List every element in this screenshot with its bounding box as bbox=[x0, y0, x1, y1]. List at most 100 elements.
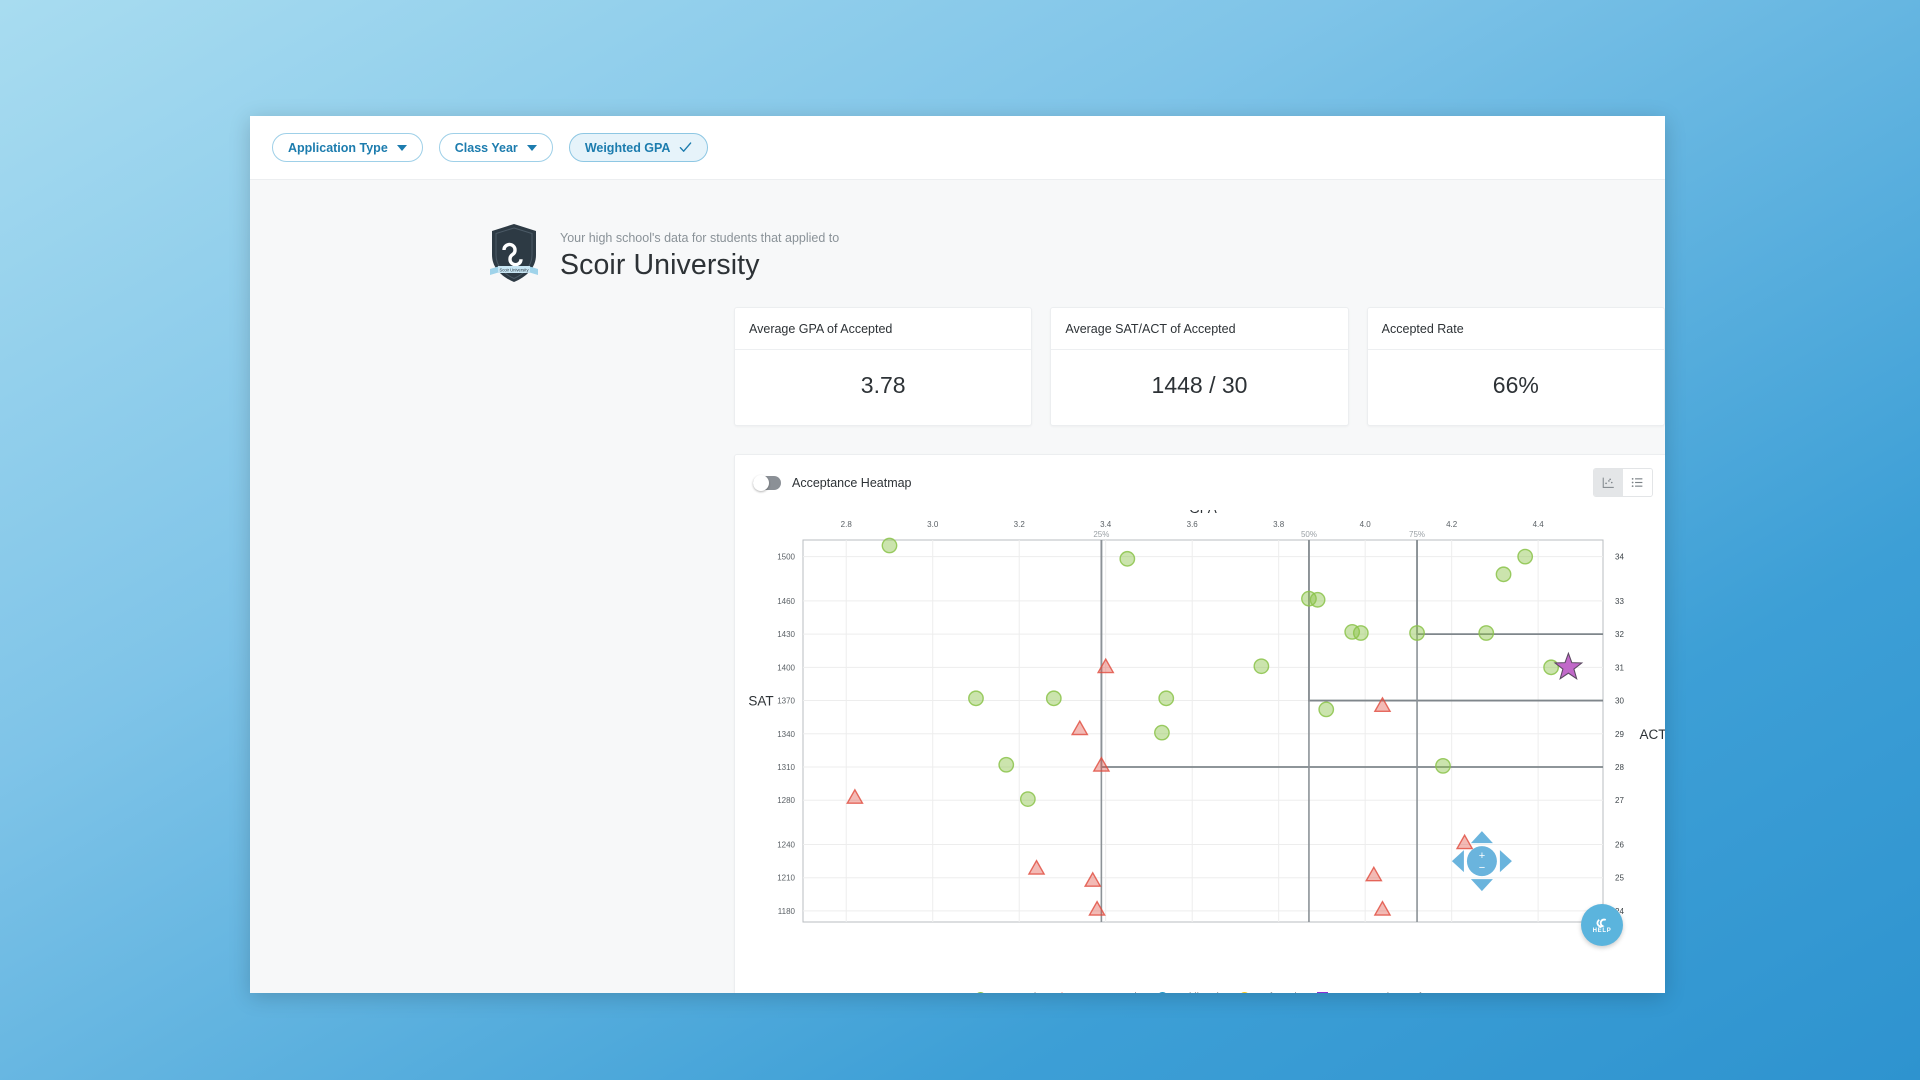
filter-weighted-gpa-label: Weighted GPA bbox=[584, 140, 671, 155]
app-window: Application Type Class Year Weighted GPA bbox=[250, 116, 1665, 993]
filter-weighted-gpa[interactable]: Weighted GPA bbox=[568, 133, 709, 162]
x-tick-label: 3.8 bbox=[1273, 520, 1285, 529]
stat-label: Average SAT/ACT of Accepted bbox=[1051, 308, 1348, 350]
filter-bar: Application Type Class Year Weighted GPA bbox=[250, 116, 1665, 180]
school-crest-icon: Scoir University bbox=[490, 224, 538, 282]
data-point-circle bbox=[1045, 690, 1062, 707]
x-tick-label: 4.4 bbox=[1533, 520, 1545, 529]
y-tick-label-act: 30 bbox=[1615, 697, 1624, 706]
help-button[interactable]: HELP bbox=[1581, 904, 1623, 946]
not-accepted-swatch-icon bbox=[1056, 991, 1069, 993]
data-point-circle bbox=[1309, 591, 1326, 608]
chart-card: Acceptance Heatmap 25% 50% 75% 2.8 3.0 3… bbox=[734, 454, 1665, 993]
data-point-circle bbox=[881, 537, 898, 554]
legend-item-waitlisted: Waitlisted bbox=[1156, 991, 1219, 993]
x-tick-label: 3.2 bbox=[1014, 520, 1026, 529]
y-tick-label-sat: 1430 bbox=[777, 630, 795, 639]
stat-label: Accepted Rate bbox=[1367, 308, 1664, 350]
svg-text:Scoir University: Scoir University bbox=[499, 267, 529, 272]
accepted-swatch-icon bbox=[975, 991, 987, 993]
legend-label: Accepted bbox=[992, 991, 1036, 993]
data-point-circle bbox=[998, 756, 1015, 773]
y-tick-label-sat: 1280 bbox=[777, 796, 795, 805]
chart-legend: Accepted Not Accepted Waitlisted Deferre… bbox=[735, 991, 1665, 993]
stat-card-average-sat-act: Average SAT/ACT of Accepted 1448 / 30 bbox=[1050, 307, 1349, 426]
y-tick-label-sat: 1400 bbox=[777, 663, 795, 672]
y-tick-label-act: 27 bbox=[1615, 796, 1624, 805]
chart-toolbar: Acceptance Heatmap bbox=[735, 455, 1665, 510]
y-tick-label-sat: 1210 bbox=[777, 874, 795, 883]
legend-item-accepted: Accepted bbox=[975, 991, 1036, 993]
data-point-circle bbox=[1154, 724, 1170, 741]
data-point-circle bbox=[1352, 625, 1369, 641]
y-tick-label-act: 31 bbox=[1615, 663, 1624, 672]
chevron-down-icon bbox=[526, 144, 537, 151]
data-point-circle bbox=[1253, 658, 1270, 675]
data-point-circle bbox=[1119, 550, 1136, 567]
acceptance-heatmap-toggle-group[interactable]: Acceptance Heatmap bbox=[753, 474, 912, 491]
waitlisted-swatch-icon bbox=[1156, 991, 1168, 993]
school-header: Scoir University Your high school's data… bbox=[250, 180, 1665, 284]
zoom-in-button: + bbox=[1479, 850, 1485, 862]
acceptance-heatmap-toggle[interactable] bbox=[753, 474, 781, 491]
stat-card-accepted-rate: Accepted Rate 66% bbox=[1366, 307, 1665, 426]
y-tick-label-sat: 1370 bbox=[777, 697, 795, 706]
data-point-circle bbox=[1517, 548, 1534, 565]
acceptance-heatmap-label: Acceptance Heatmap bbox=[792, 475, 912, 490]
x-tick-label: 2.8 bbox=[841, 520, 853, 529]
scatter-plot[interactable]: 25% 50% 75% 2.8 3.0 3.2 3.4 3.6 3.8 4.0 4.2 4.4 1500… bbox=[735, 510, 1665, 993]
legend-item-deferred: Deferred bbox=[1238, 991, 1297, 993]
plot-area[interactable]: 25% 50% 75% 2.8 3.0 3.2 3.4 3.6 3.8 4.0 4.2 4.4 1500… bbox=[735, 510, 1665, 993]
percentile-label: 75% bbox=[1409, 530, 1425, 539]
stat-label: Average GPA of Accepted bbox=[735, 308, 1032, 350]
y-tick-label-sat: 1460 bbox=[777, 597, 795, 606]
x-axis-title: GPA bbox=[1189, 510, 1217, 516]
chevron-down-icon bbox=[396, 144, 407, 151]
legend-label: Not Accepted bbox=[1074, 991, 1136, 993]
x-tick-label: 4.2 bbox=[1446, 520, 1458, 529]
chart-view-button[interactable] bbox=[1594, 469, 1623, 496]
y-tick-label-sat: 1310 bbox=[777, 763, 795, 772]
data-point-circle bbox=[1543, 659, 1560, 676]
filter-application-type[interactable]: Application Type bbox=[272, 133, 423, 162]
page-body: Scoir University Your high school's data… bbox=[250, 180, 1665, 993]
y-tick-label-sat: 1240 bbox=[777, 840, 795, 849]
filter-class-year[interactable]: Class Year bbox=[438, 133, 553, 162]
x-tick-label: 3.6 bbox=[1187, 520, 1199, 529]
filter-application-type-label: Application Type bbox=[288, 140, 388, 155]
y-tick-label-act: 26 bbox=[1615, 840, 1624, 849]
y-tick-label-act: 25 bbox=[1615, 874, 1624, 883]
y-axis-title: SAT bbox=[748, 694, 773, 709]
list-view-icon bbox=[1631, 477, 1643, 488]
view-switch bbox=[1593, 468, 1653, 497]
legend-item-guaranteed-transfer: Guaranteed Transfer bbox=[1316, 991, 1431, 993]
page-subtitle: Your high school's data for students tha… bbox=[560, 231, 840, 245]
y-tick-label-act: 29 bbox=[1615, 730, 1624, 739]
data-point-circle bbox=[1019, 791, 1036, 807]
page-title: Scoir University bbox=[560, 249, 760, 281]
x-tick-label: 3.0 bbox=[927, 520, 939, 529]
stat-card-average-gpa: Average GPA of Accepted 3.78 bbox=[734, 307, 1033, 426]
legend-item-not-accepted: Not Accepted bbox=[1056, 991, 1137, 993]
stat-value: 3.78 bbox=[860, 372, 906, 398]
list-view-button[interactable] bbox=[1623, 469, 1652, 496]
guaranteed-transfer-swatch-icon bbox=[1316, 991, 1328, 993]
legend-label: Deferred bbox=[1256, 991, 1297, 993]
x-tick-label: 3.4 bbox=[1100, 520, 1112, 529]
data-point-circle bbox=[968, 690, 984, 707]
percentile-label: 50% bbox=[1301, 530, 1317, 539]
y-tick-label-sat: 1340 bbox=[777, 730, 795, 739]
zoom-out-button: − bbox=[1479, 862, 1485, 874]
stats-row: Average GPA of Accepted 3.78 Average SAT… bbox=[250, 284, 1665, 426]
legend-label: Waitlisted bbox=[1174, 991, 1219, 993]
stat-value: 66% bbox=[1492, 372, 1539, 398]
data-point-circle bbox=[1478, 625, 1495, 641]
y-tick-label-act: 32 bbox=[1615, 630, 1624, 639]
chart-view-icon bbox=[1602, 477, 1614, 488]
toggle-knob bbox=[753, 474, 769, 491]
data-point-circle bbox=[1495, 566, 1512, 583]
data-point-circle bbox=[1158, 690, 1175, 707]
percentile-label: 25% bbox=[1093, 530, 1109, 539]
y-tick-label-act: 33 bbox=[1615, 597, 1624, 606]
data-point-circle bbox=[1409, 625, 1425, 641]
